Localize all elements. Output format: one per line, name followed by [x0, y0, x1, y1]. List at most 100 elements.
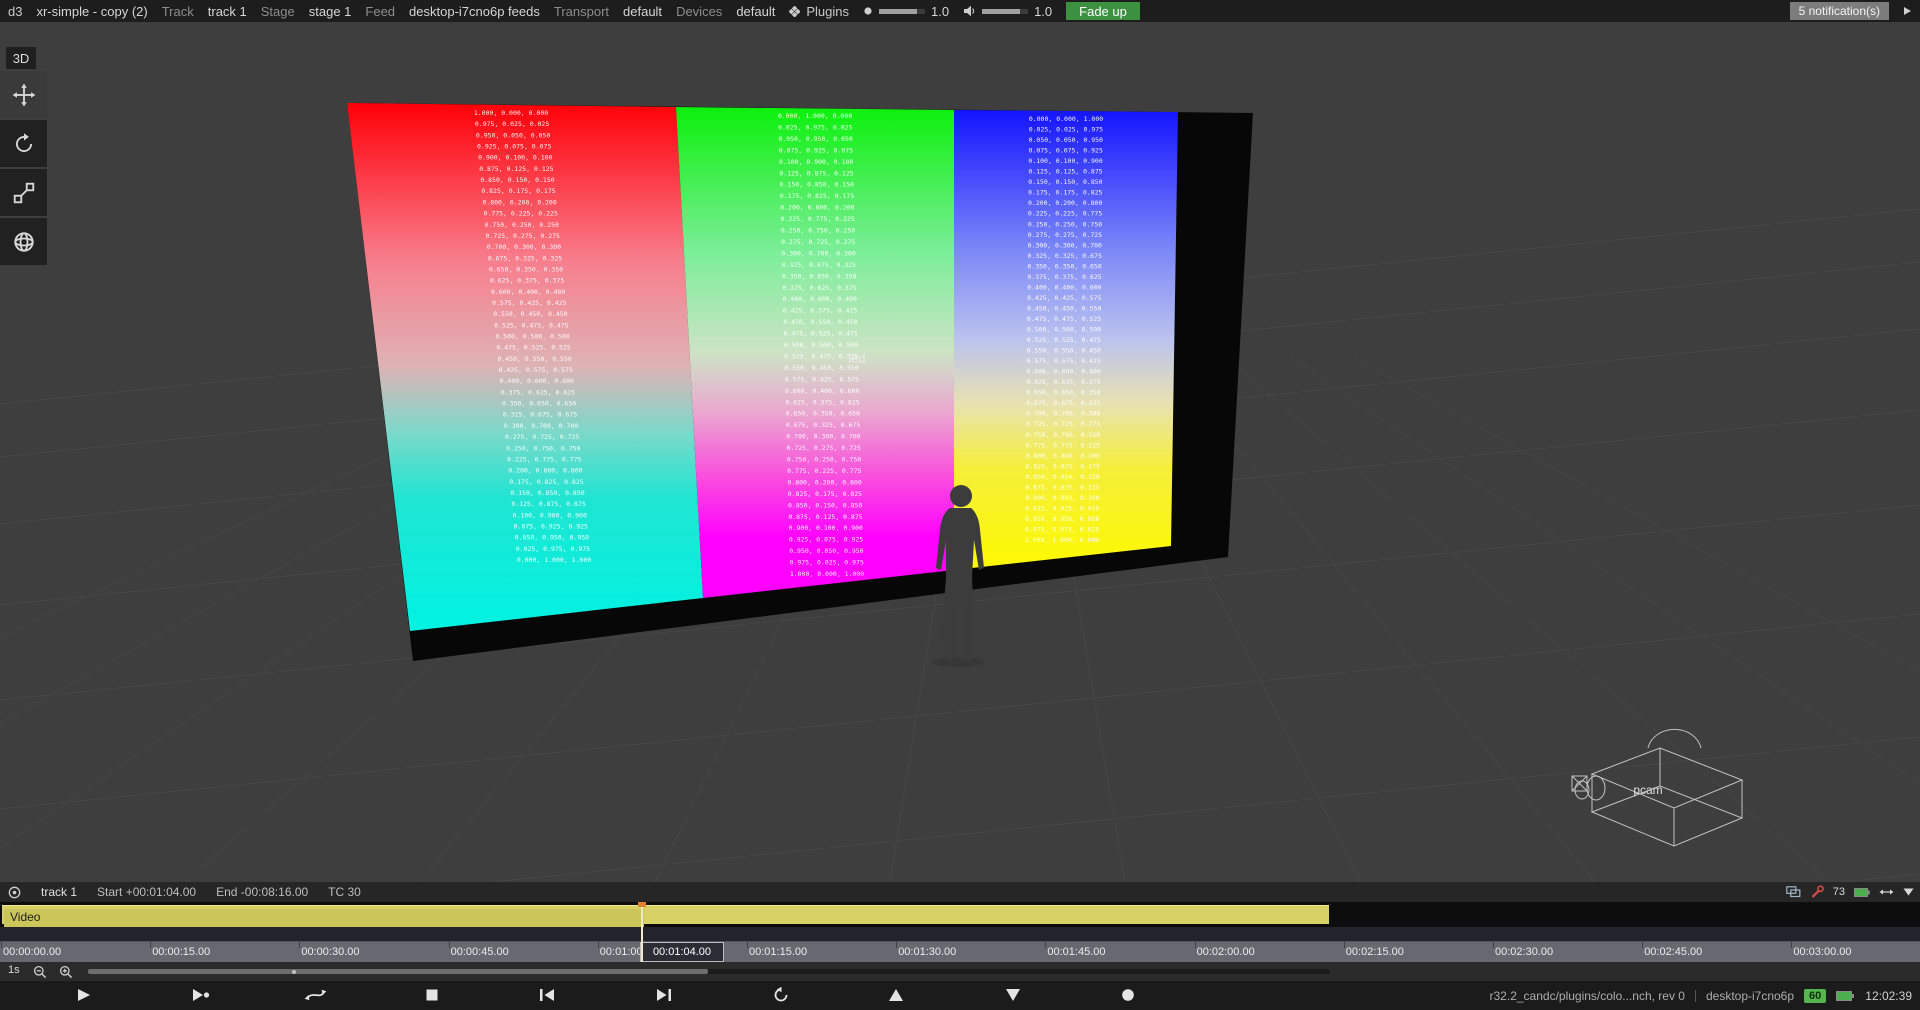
volume-value: 1.0: [1034, 4, 1052, 19]
screen-value-line: 0.725, 0.725, 0.275: [1026, 420, 1100, 428]
volume-slider[interactable]: [982, 9, 1028, 14]
displays-icon[interactable]: [1786, 886, 1801, 898]
timeline-ruler[interactable]: 00:00:00.0000:00:15.0000:00:30.0000:00:4…: [0, 941, 1920, 962]
track-status-icon[interactable]: [8, 886, 21, 899]
screen-value-line: 0.300, 0.700, 0.300: [781, 249, 855, 257]
app-menu[interactable]: d3: [8, 4, 22, 19]
timeline-scrollbar-marker: [292, 970, 296, 974]
record-button[interactable]: [1115, 985, 1141, 1005]
stage-camera[interactable]: pcam: [1572, 729, 1742, 846]
timeline-scrollbar-handle[interactable]: [88, 969, 708, 974]
battery-icon: [1836, 991, 1855, 1001]
camera-name-label: pcam: [1633, 783, 1662, 797]
notifications-expand-icon[interactable]: [1903, 6, 1912, 16]
screen-value-line: 0.125, 0.875, 0.875: [511, 500, 585, 508]
next-track-button[interactable]: [1000, 985, 1026, 1005]
screen-value-line: 0.725, 0.275, 0.275: [486, 232, 560, 240]
ruler-tick: [1791, 942, 1792, 948]
screen-value-line: 0.750, 0.750, 0.250: [1026, 431, 1100, 439]
feed-menu-label[interactable]: Feed: [365, 4, 395, 19]
screen-value-line: 0.350, 0.650, 0.350: [782, 272, 856, 280]
fade-up-button[interactable]: Fade up: [1066, 2, 1140, 20]
led-screen[interactable]: 1.000, 0.000, 0.0000.975, 0.025, 0.0250.…: [347, 103, 1253, 661]
track-name[interactable]: track 1: [41, 885, 77, 899]
screen-value-line: 0.600, 0.400, 0.600: [785, 387, 859, 395]
devices-menu-value[interactable]: default: [736, 4, 775, 19]
screen-value-line: 0.900, 0.100, 0.900: [789, 524, 863, 532]
wrench-icon[interactable]: [1810, 885, 1824, 899]
screen-value-line: 0.400, 0.600, 0.600: [500, 377, 574, 385]
collapse-track-icon[interactable]: [1903, 888, 1914, 896]
ruler-tick-label: 00:01:15.00: [749, 942, 807, 962]
screen-value-line: 0.150, 0.850, 0.150: [780, 181, 854, 189]
stage-menu-value[interactable]: stage 1: [309, 4, 352, 19]
playhead-line[interactable]: [641, 902, 643, 962]
timeline-scrollbar[interactable]: [88, 969, 1330, 974]
play-button[interactable]: [70, 985, 96, 1005]
project-menu[interactable]: xr-simple - copy (2): [36, 4, 147, 19]
stage-menu-label[interactable]: Stage: [261, 4, 295, 19]
notifications-badge[interactable]: 5 notification(s): [1790, 2, 1889, 20]
track-bar: track 1 Start +00:01:04.00 End -00:08:16…: [0, 882, 1920, 902]
screen-value-line: 0.900, 0.100, 0.100: [478, 154, 552, 162]
video-layer-played-segment: [4, 909, 644, 928]
scale-tool-button[interactable]: [0, 169, 47, 216]
screen-value-line: 0.075, 0.925, 0.075: [779, 146, 853, 154]
screen-value-line: 0.700, 0.300, 0.300: [487, 243, 561, 251]
screen-value-line: 0.675, 0.325, 0.675: [786, 421, 860, 429]
playhead-marker[interactable]: [638, 902, 646, 907]
play-to-next-section-button[interactable]: [187, 985, 213, 1005]
rotate-icon: [12, 132, 36, 156]
screen-value-line: 0.375, 0.625, 0.625: [501, 388, 575, 396]
orbit-tool-button[interactable]: [0, 218, 47, 265]
transport-menu-value[interactable]: default: [623, 4, 662, 19]
ruler-tick: [299, 942, 300, 948]
screen-value-line: 0.050, 0.950, 0.050: [778, 135, 852, 143]
feed-menu-value[interactable]: desktop-i7cno6p feeds: [409, 4, 540, 19]
timeline-keyframe-strip[interactable]: [0, 927, 1920, 941]
screen-value-line: 0.975, 0.025, 0.975: [790, 559, 864, 567]
stop-button[interactable]: [419, 985, 445, 1005]
previous-track-button[interactable]: [883, 985, 909, 1005]
screen-value-line: 0.375, 0.625, 0.375: [782, 284, 856, 292]
rotate-tool-button[interactable]: [0, 120, 47, 167]
screen-value-line: 0.275, 0.275, 0.725: [1028, 231, 1102, 239]
screen-value-line: 0.525, 0.525, 0.475: [1027, 336, 1101, 344]
screen-value-line: 0.000, 0.000, 1.000: [1029, 115, 1103, 123]
brightness-slider[interactable]: [879, 9, 925, 14]
screen-value-line: 0.025, 0.975, 0.025: [778, 124, 852, 132]
screen-value-line: 0.775, 0.225, 0.225: [484, 210, 558, 218]
return-to-start-button[interactable]: [768, 985, 794, 1005]
screen-value-line: 0.300, 0.300, 0.700: [1028, 241, 1102, 249]
ruler-tick-label: 00:00:15.00: [152, 942, 210, 962]
view-mode-badge[interactable]: 3D: [6, 47, 36, 69]
track-menu-label[interactable]: Track: [162, 4, 194, 19]
previous-track-icon: [883, 986, 909, 1004]
plugins-menu[interactable]: Plugins: [789, 4, 849, 19]
brightness-value: 1.0: [931, 4, 949, 19]
devices-menu-label[interactable]: Devices: [676, 4, 722, 19]
video-layer-bar[interactable]: Video: [2, 905, 1329, 924]
timeline-zoom-row: 1s: [0, 962, 1920, 981]
status-divider: [1695, 990, 1696, 1002]
track-start[interactable]: Start +00:01:04.00: [97, 885, 196, 899]
fit-width-icon[interactable]: [1879, 887, 1894, 897]
stage-viewport[interactable]: 1.000, 0.000, 0.0000.975, 0.025, 0.0250.…: [0, 22, 1920, 882]
transport-menu-label[interactable]: Transport: [554, 4, 609, 19]
globe-icon: [12, 230, 36, 254]
zoom-out-button[interactable]: [30, 963, 50, 980]
screen-value-line: 0.250, 0.750, 0.250: [781, 227, 855, 235]
screen-value-line: 0.425, 0.425, 0.575: [1027, 294, 1101, 302]
move-tool-button[interactable]: [0, 71, 47, 118]
track-menu-value[interactable]: track 1: [208, 4, 247, 19]
playhead-time-readout: 00:01:04.00: [640, 942, 724, 962]
screen-value-line: 0.575, 0.425, 0.575: [785, 375, 859, 383]
track-timecode[interactable]: TC 30: [328, 885, 361, 899]
previous-section-button[interactable]: [534, 985, 560, 1005]
ruler-tick: [1195, 942, 1196, 948]
zoom-in-button[interactable]: [56, 963, 76, 980]
loop-section-button[interactable]: [303, 985, 329, 1005]
screen-value-line: 0.025, 0.975, 0.975: [516, 545, 590, 553]
next-section-button[interactable]: [651, 985, 677, 1005]
track-end[interactable]: End -00:08:16.00: [216, 885, 308, 899]
